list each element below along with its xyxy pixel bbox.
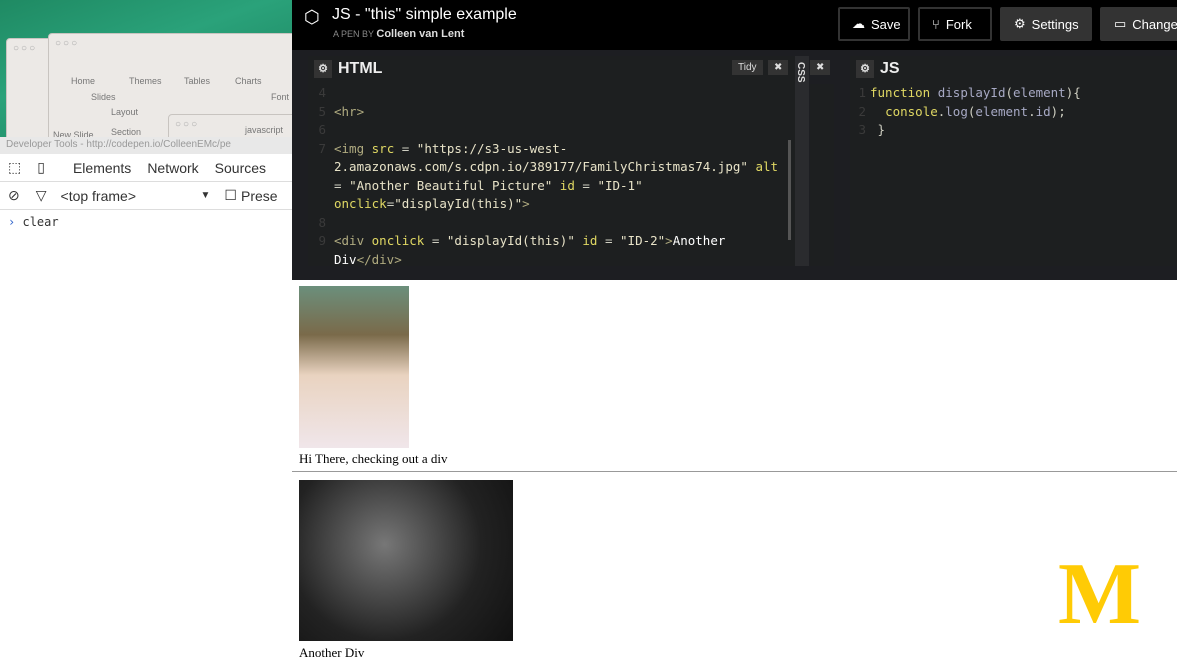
another-div[interactable]: Another Div <box>299 645 364 661</box>
preserve-label: Prese <box>240 187 278 204</box>
ribbon-tab-home: Home <box>71 76 96 86</box>
codepen-header: ⬡ JS - "this" simple example A PEN BY Co… <box>292 0 1177 50</box>
clear-icon[interactable]: ⊘ <box>8 187 20 204</box>
css-close-button[interactable]: ✖ <box>810 60 831 75</box>
change-view-button[interactable]: ▭ Change <box>1100 7 1177 41</box>
css-panel-collapsed[interactable]: CSS <box>795 56 809 266</box>
family-christmas-image[interactable] <box>299 480 513 641</box>
console-line: › clear <box>0 210 292 234</box>
tab-network[interactable]: Network <box>147 160 198 176</box>
codepen-logo-icon[interactable]: ⬡ <box>304 7 320 28</box>
cloud-icon: ☁ <box>852 16 865 31</box>
fork-icon: ⑂ <box>932 16 940 32</box>
js-code[interactable]: 1 function displayId(element){ 2 console.… <box>850 84 1177 140</box>
section-button: Section <box>111 127 142 137</box>
js-panel: ⚙ JS 1 function displayId(element){ 2 cons… <box>850 56 1177 266</box>
save-button[interactable]: ☁ Save <box>838 7 910 41</box>
prompt-icon: › <box>8 215 16 229</box>
michigan-logo: M <box>1058 546 1142 643</box>
fork-button[interactable]: ⑂ Fork <box>918 7 992 41</box>
dropdown-arrow-icon[interactable]: ▼ <box>201 190 211 201</box>
pen-title[interactable]: JS - "this" simple example <box>332 6 517 24</box>
portrait-image[interactable] <box>299 286 409 448</box>
tidy-button[interactable]: Tidy <box>732 60 763 75</box>
horizontal-rule <box>292 471 1177 472</box>
ribbon-tab-charts: Charts <box>235 76 262 86</box>
gear-icon: ⚙ <box>1014 16 1026 31</box>
html-panel-label: HTML <box>338 60 383 77</box>
preview-pane: Hi There, checking out a div Another Div… <box>292 280 1177 662</box>
frame-select[interactable]: <top frame> <box>61 188 201 204</box>
layout-icon: ▭ <box>1114 16 1127 31</box>
tab-elements[interactable]: Elements <box>73 160 131 176</box>
layout-button: Layout <box>111 107 139 117</box>
devtools-window: Developer Tools - http://codepen.io/Coll… <box>0 137 292 662</box>
css-gutter <box>810 84 834 266</box>
html-settings-icon[interactable]: ⚙ <box>314 60 332 78</box>
device-icon[interactable]: ▯ <box>37 159 45 176</box>
console-text: clear <box>22 215 59 229</box>
inspect-icon[interactable]: ⬚ <box>8 159 21 176</box>
browser-tab: javascript <box>245 125 284 135</box>
ribbon-group-font: Font <box>271 92 290 102</box>
ribbon-tab-themes: Themes <box>129 76 162 86</box>
author-link[interactable]: Colleen van Lent <box>376 28 464 40</box>
pen-byline: A PEN BY Colleen van Lent <box>333 28 465 40</box>
js-settings-icon[interactable]: ⚙ <box>856 60 874 78</box>
css-panel-label: CSS <box>795 62 806 83</box>
js-panel-label: JS <box>880 60 900 77</box>
html-scrollbar[interactable] <box>788 140 791 240</box>
preserve-checkbox[interactable]: ☐ <box>224 187 237 204</box>
ribbon-tab-tables: Tables <box>184 76 211 86</box>
html-code[interactable]: 4 5 <hr> 6 7 <img src = "https://s3-us-wes… <box>308 84 795 269</box>
html-panel: ⚙ HTML Tidy ✖ 4 5 <hr> 6 7 <img src = "http… <box>308 56 795 269</box>
div-caption[interactable]: Hi There, checking out a div <box>299 451 448 467</box>
settings-button[interactable]: ⚙ Settings <box>1000 7 1092 41</box>
filter-icon[interactable]: ▽ <box>36 187 47 204</box>
desktop-background: ○○○ ○○○ Home Themes Tables Charts Slides… <box>0 0 298 148</box>
html-close-button[interactable]: ✖ <box>768 60 789 75</box>
codepen-editor: ⬡ JS - "this" simple example A PEN BY Co… <box>292 0 1177 280</box>
devtools-title: Developer Tools - http://codepen.io/Coll… <box>0 137 292 154</box>
ribbon-group: Slides <box>91 92 116 102</box>
tab-sources[interactable]: Sources <box>215 160 266 176</box>
